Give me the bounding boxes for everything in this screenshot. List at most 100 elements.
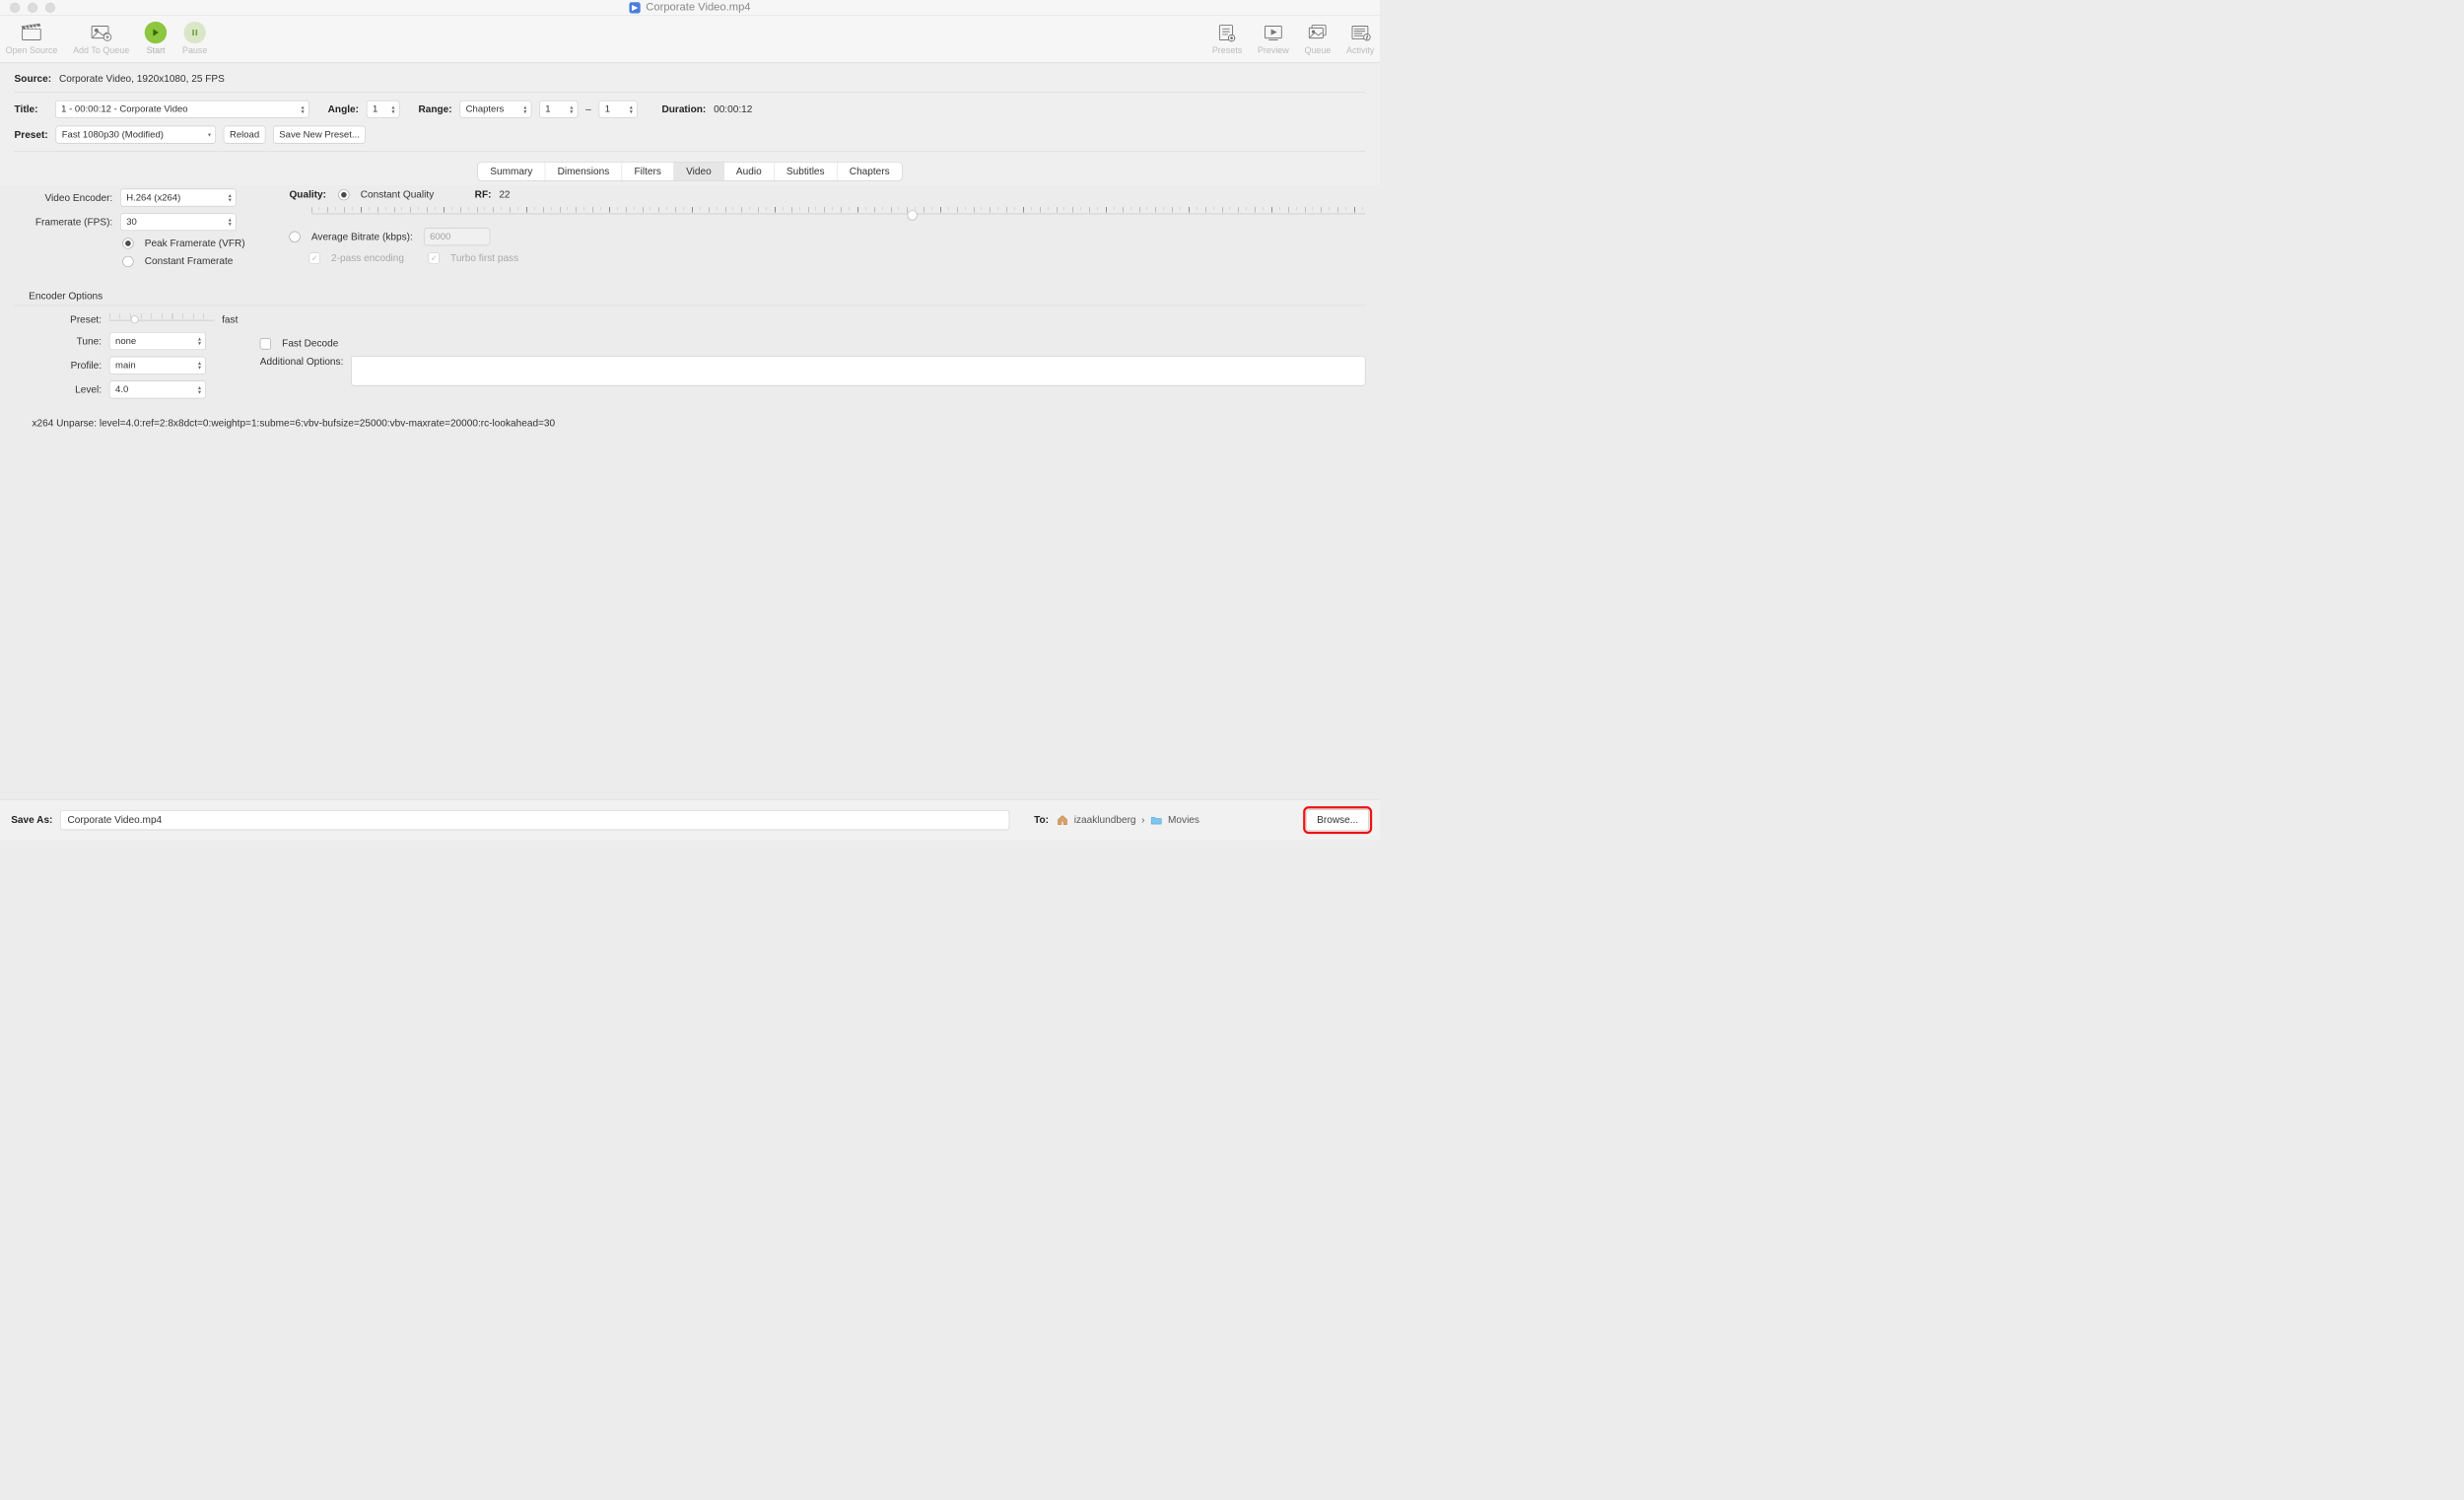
two-pass-checkbox <box>309 252 320 263</box>
tab-summary[interactable]: Summary <box>478 163 545 180</box>
reload-button[interactable]: Reload <box>224 126 265 144</box>
chevron-updown-icon: ▲▼ <box>197 337 202 346</box>
video-panel: Video Encoder: H.264 (x264) ▲▼ Framerate… <box>0 185 1380 443</box>
minimize-window-button[interactable] <box>28 3 37 13</box>
bitrate-placeholder: 6000 <box>430 232 450 242</box>
save-as-label: Save As: <box>11 814 52 826</box>
turbo-first-pass-label: Turbo first pass <box>450 252 518 264</box>
preview-button[interactable]: Preview <box>1258 22 1289 56</box>
start-button[interactable]: Start <box>145 22 167 56</box>
range-to-select[interactable]: 1 ▲▼ <box>599 101 638 118</box>
additional-options-input[interactable] <box>351 356 1365 385</box>
tab-audio[interactable]: Audio <box>724 163 775 180</box>
tune-select[interactable]: none ▲▼ <box>109 332 206 350</box>
range-mode-value: Chapters <box>466 103 505 114</box>
chevron-updown-icon: ▲▼ <box>228 218 233 227</box>
tab-filters[interactable]: Filters <box>622 163 674 180</box>
zoom-window-button[interactable] <box>45 3 55 13</box>
preset-select[interactable]: Fast 1080p30 (Modified) ▼ <box>56 126 216 144</box>
angle-value: 1 <box>373 103 377 114</box>
average-bitrate-radio[interactable] <box>289 232 300 242</box>
browse-button[interactable]: Browse... <box>1307 809 1369 830</box>
range-from-select[interactable]: 1 ▲▼ <box>539 101 578 118</box>
profile-select[interactable]: main ▲▼ <box>109 357 206 375</box>
preset-label: Preset: <box>15 129 48 141</box>
pause-button[interactable]: Pause <box>182 22 207 56</box>
folder-icon <box>1150 815 1162 825</box>
path-user: izaaklundberg <box>1074 814 1136 826</box>
clapperboard-icon <box>20 22 44 43</box>
range-to-value: 1 <box>605 103 610 114</box>
slider-thumb-icon <box>907 210 917 220</box>
source-summary: Source: Corporate Video, 1920x1080, 25 F… <box>0 63 1380 185</box>
turbo-first-pass-checkbox <box>429 252 440 263</box>
preview-icon <box>1262 22 1286 43</box>
play-icon <box>145 22 167 43</box>
level-value: 4.0 <box>115 384 128 395</box>
tab-subtitles[interactable]: Subtitles <box>775 163 838 180</box>
video-encoder-value: H.264 (x264) <box>126 192 180 203</box>
footer-bar: Save As: Corporate Video.mp4 To: izaaklu… <box>0 799 1380 840</box>
activity-button[interactable]: i Activity <box>1346 22 1374 56</box>
activity-icon: i <box>1348 22 1373 43</box>
open-source-button[interactable]: Open Source <box>6 22 58 56</box>
save-new-preset-button[interactable]: Save New Preset... <box>273 126 366 144</box>
window-filename: Corporate Video.mp4 <box>646 1 750 14</box>
chevron-updown-icon: ▲▼ <box>522 104 527 113</box>
range-label: Range: <box>418 103 451 115</box>
level-select[interactable]: 4.0 ▲▼ <box>109 380 206 398</box>
tab-dimensions[interactable]: Dimensions <box>545 163 622 180</box>
tune-value: none <box>115 335 136 346</box>
profile-label: Profile: <box>15 360 102 372</box>
destination-breadcrumb[interactable]: izaaklundberg › Movies <box>1057 814 1199 826</box>
traffic-lights <box>0 3 55 13</box>
save-new-preset-label: Save New Preset... <box>279 129 359 140</box>
save-as-input[interactable]: Corporate Video.mp4 <box>60 810 1009 830</box>
constant-framerate-label: Constant Framerate <box>145 255 234 267</box>
window-title: ▶ Corporate Video.mp4 <box>629 1 750 14</box>
encoder-preset-slider[interactable] <box>109 313 214 325</box>
source-label: Source: <box>15 73 52 85</box>
chevron-updown-icon: ▲▼ <box>228 193 233 202</box>
add-to-queue-button[interactable]: Add To Queue <box>73 22 129 56</box>
rf-value: 22 <box>499 189 510 201</box>
constant-quality-radio[interactable] <box>338 189 349 200</box>
document-icon: ▶ <box>629 2 640 13</box>
start-label: Start <box>147 45 166 55</box>
angle-select[interactable]: 1 ▲▼ <box>367 101 400 118</box>
close-window-button[interactable] <box>10 3 20 13</box>
preview-label: Preview <box>1258 45 1289 55</box>
duration-label: Duration: <box>661 103 706 115</box>
peak-vfr-radio[interactable] <box>122 238 133 248</box>
chevron-down-icon: ▼ <box>207 132 212 136</box>
source-text: Corporate Video, 1920x1080, 25 FPS <box>59 73 225 85</box>
title-label: Title: <box>15 103 48 115</box>
encoder-options-header: Encoder Options <box>29 291 1365 303</box>
range-from-value: 1 <box>545 103 550 114</box>
constant-framerate-radio[interactable] <box>122 256 133 267</box>
window-titlebar: ▶ Corporate Video.mp4 <box>0 0 1380 16</box>
queue-button[interactable]: Queue <box>1304 22 1331 56</box>
duration-value: 00:00:12 <box>714 103 752 115</box>
title-select[interactable]: 1 - 00:00:12 - Corporate Video ▲▼ <box>55 101 309 118</box>
queue-icon <box>1306 22 1331 43</box>
rf-slider[interactable] <box>311 207 1366 222</box>
presets-button[interactable]: Presets <box>1212 22 1242 56</box>
image-plus-icon <box>89 22 113 43</box>
save-as-value: Corporate Video.mp4 <box>68 814 163 826</box>
open-source-label: Open Source <box>6 45 58 55</box>
angle-label: Angle: <box>328 103 359 115</box>
fast-decode-label: Fast Decode <box>282 338 338 350</box>
fast-decode-checkbox[interactable] <box>260 338 271 349</box>
peak-vfr-label: Peak Framerate (VFR) <box>145 238 245 249</box>
bitrate-input[interactable]: 6000 <box>424 228 490 245</box>
range-mode-select[interactable]: Chapters ▲▼ <box>459 101 531 118</box>
tabs-segmented-control: Summary Dimensions Filters Video Audio S… <box>15 160 1366 185</box>
tab-video[interactable]: Video <box>674 163 724 180</box>
fps-select[interactable]: 30 ▲▼ <box>120 213 237 231</box>
video-encoder-select[interactable]: H.264 (x264) ▲▼ <box>120 189 237 207</box>
average-bitrate-label: Average Bitrate (kbps): <box>311 231 413 242</box>
tab-chapters[interactable]: Chapters <box>837 163 902 180</box>
level-label: Level: <box>15 383 102 395</box>
chevron-updown-icon: ▲▼ <box>629 104 634 113</box>
